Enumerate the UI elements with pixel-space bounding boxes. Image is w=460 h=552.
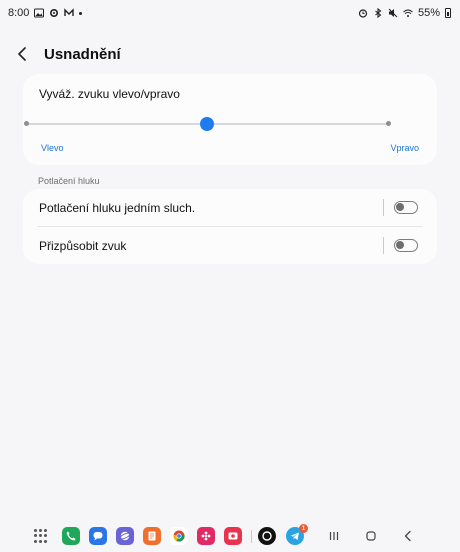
balance-title: Vyváž. zvuku vlevo/vpravo (39, 87, 180, 101)
settings-row-noise-reduction[interactable]: Potlačení hluku jedním sluch. (23, 189, 437, 226)
row-separator (383, 199, 384, 216)
balance-right-label: Vpravo (390, 143, 419, 153)
page-title: Usnadnění (44, 45, 121, 63)
slider-tick-left (24, 121, 29, 126)
wifi-icon (403, 8, 413, 18)
settings-row-label: Potlačení hluku jedním sluch. (39, 200, 196, 215)
settings-row-label: Přizpůsobit zvuk (39, 238, 127, 253)
screen-recorder-icon[interactable] (224, 527, 242, 545)
phone-icon[interactable] (62, 527, 80, 545)
notes-icon[interactable] (143, 527, 161, 545)
back-icon[interactable] (12, 44, 32, 64)
telegram-icon[interactable]: 1 (286, 524, 308, 545)
home-icon[interactable] (362, 527, 380, 545)
balance-left-label: Vlevo (41, 143, 64, 153)
noise-reduction-toggle[interactable] (394, 201, 418, 214)
balance-slider[interactable] (24, 116, 391, 132)
status-time: 8:00 (8, 7, 30, 19)
status-bar: 8:00 55% (0, 0, 460, 26)
gallery-icon[interactable] (197, 527, 215, 545)
battery-icon (445, 8, 451, 18)
internet-icon[interactable] (116, 527, 134, 545)
slider-thumb[interactable] (200, 117, 214, 131)
m-icon (64, 8, 75, 18)
taskbar-divider (251, 530, 252, 543)
messages-icon[interactable] (89, 527, 107, 545)
section-title: Potlačení hluku (38, 176, 100, 186)
bluetooth-icon (373, 8, 383, 18)
noise-settings-card: Potlačení hluku jedním sluch. Přizpůsobi… (23, 189, 437, 264)
app-header: Usnadnění (0, 40, 460, 68)
mute-icon (388, 8, 398, 18)
notification-badge: 1 (299, 524, 308, 533)
gear-icon (49, 8, 59, 18)
back-nav-icon[interactable] (399, 527, 417, 545)
battery-percent: 55% (417, 7, 440, 19)
toggle-knob (396, 241, 404, 249)
adapt-sound-toggle[interactable] (394, 239, 418, 252)
settings-row-adapt-sound[interactable]: Přizpůsobit zvuk (23, 227, 437, 264)
taskbar: 1 (0, 522, 460, 552)
recents-icon[interactable] (325, 527, 343, 545)
camera-circle-icon[interactable] (258, 527, 276, 545)
slider-tick-right (386, 121, 391, 126)
toggle-knob (396, 203, 404, 211)
chrome-icon[interactable] (170, 527, 188, 545)
row-separator (383, 237, 384, 254)
image-icon (34, 8, 45, 18)
apps-grid-icon[interactable] (34, 529, 48, 543)
alarm-icon (358, 8, 368, 18)
notification-dot (79, 11, 83, 15)
